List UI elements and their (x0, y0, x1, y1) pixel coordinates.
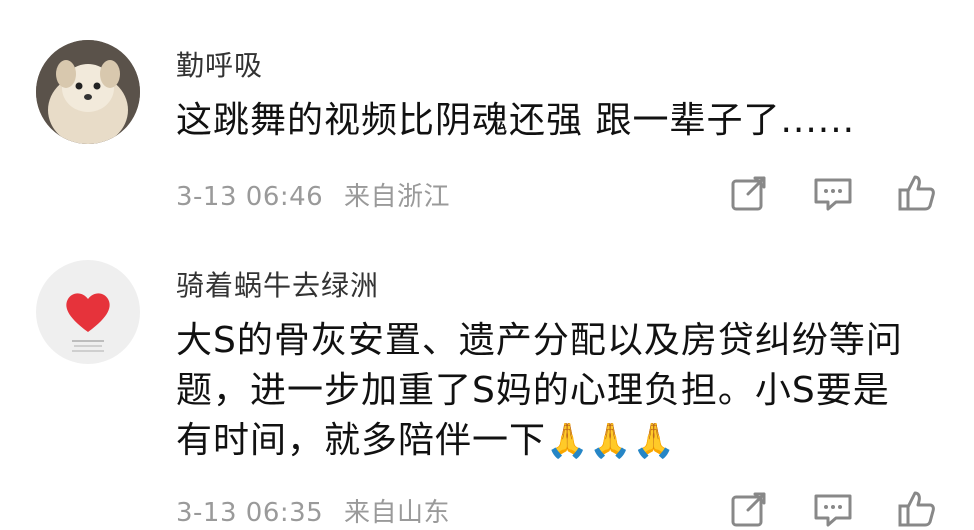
comment-icon[interactable] (812, 488, 854, 530)
comment-text: 大S的骨灰安置、遗产分配以及房贷纠纷等问 题，进一步加重了S妈的心理负担。小S要… (176, 316, 936, 466)
comment-text: 这跳舞的视频比阴魂还强 跟一辈子了...... (176, 100, 856, 141)
comment-item-2: 骑着蜗牛去绿洲 大S的骨灰安置、遗产分配以及房贷纠纷等问 题，进一步加重了S妈的… (0, 240, 974, 529)
pray-emoji: 🙏🙏🙏 (546, 421, 677, 461)
thumbs-up-icon[interactable] (896, 488, 938, 530)
comment-actions (728, 172, 938, 214)
comment-meta: 3-13 06:46 来自浙江 (176, 176, 462, 213)
avatar[interactable] (36, 40, 140, 144)
comment-item-1: 勤呼吸 这跳舞的视频比阴魂还强 跟一辈子了...... 3-13 06:46 来… (0, 0, 974, 240)
comment-text-line-3: 有时间，就多陪伴一下🙏🙏🙏 (176, 416, 936, 466)
dog-avatar-image (36, 40, 140, 144)
comment-actions (728, 488, 938, 530)
username[interactable]: 骑着蜗牛去绿洲 (176, 264, 379, 304)
comment-text-line-1: 大S的骨灰安置、遗产分配以及房贷纠纷等问 (176, 320, 903, 361)
comment-location: 来自浙江 (343, 182, 450, 212)
comment-meta: 3-13 06:35 来自山东 (176, 492, 462, 529)
comment-text-line-2: 题，进一步加重了S妈的心理负担。小S要是 (176, 370, 890, 411)
comment-icon[interactable] (812, 172, 854, 214)
avatar[interactable] (36, 260, 140, 364)
heart-icon (66, 293, 110, 352)
username[interactable]: 勤呼吸 (176, 44, 263, 84)
share-icon[interactable] (728, 172, 770, 214)
comment-date: 3-13 06:46 (176, 182, 324, 212)
comment-text-line-3-text: 有时间，就多陪伴一下 (176, 420, 547, 461)
thumbs-up-icon[interactable] (896, 172, 938, 214)
comment-date: 3-13 06:35 (176, 498, 324, 528)
share-icon[interactable] (728, 488, 770, 530)
comment-location: 来自山东 (343, 498, 450, 528)
